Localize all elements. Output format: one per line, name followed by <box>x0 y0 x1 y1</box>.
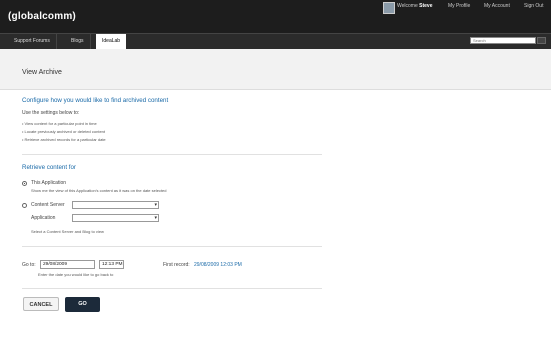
title-bar <box>0 49 551 90</box>
go-to-hint: Enter the date you would like to go back… <box>38 272 114 277</box>
this-application-radio[interactable] <box>22 181 27 186</box>
bullet-1: • View content for a particular point in… <box>22 121 97 126</box>
user-name: Steve <box>419 3 433 9</box>
go-button[interactable]: GO <box>65 297 100 312</box>
content-server-select[interactable]: ▾ <box>72 201 159 209</box>
search-input[interactable] <box>470 37 536 44</box>
application-label: Application <box>31 215 56 221</box>
tab-blogs[interactable]: Blogs <box>65 34 91 49</box>
cancel-button[interactable]: CANCEL <box>23 297 59 311</box>
tab-idealab[interactable]: IdeaLab <box>96 34 127 49</box>
content-server-radio[interactable] <box>22 203 27 208</box>
my-profile-link[interactable]: My Profile <box>448 3 470 9</box>
first-record-label: First record: <box>163 262 190 268</box>
go-to-time-field[interactable]: 12:13 PM <box>99 260 124 269</box>
retrieve-heading: Retrieve content for <box>22 164 76 171</box>
divider <box>22 246 322 247</box>
page-title: View Archive <box>22 69 62 76</box>
divider <box>22 288 322 289</box>
sign-out-link[interactable]: Sign Out <box>524 3 543 9</box>
search-button[interactable] <box>537 37 546 44</box>
nav-bar: Support Forums Blogs IdeaLab <box>0 33 551 49</box>
go-to-label: Go to: <box>22 262 36 268</box>
content-server-hint: Select a Content Server and Blog to view <box>31 229 104 234</box>
divider <box>22 154 322 155</box>
welcome-text: Welcome Steve <box>397 3 432 9</box>
chevron-down-icon: ▾ <box>154 202 157 208</box>
bullet-3: • Retrieve archived records for a partic… <box>22 137 106 142</box>
welcome-prefix: Welcome <box>397 3 418 9</box>
logo: (globalcomm) <box>8 11 76 22</box>
settings-subheading: Use the settings below to: <box>22 110 80 116</box>
avatar <box>383 2 395 14</box>
chevron-down-icon: ▾ <box>154 215 157 221</box>
go-to-date-field[interactable]: 29/08/2009 <box>40 260 95 269</box>
application-select[interactable]: ▾ <box>72 214 159 222</box>
configure-heading: Configure how you would like to find arc… <box>22 97 169 104</box>
this-application-desc: Show me the view of this Application's c… <box>31 188 167 193</box>
content-server-label: Content Server <box>31 202 65 208</box>
bullet-2: • Locate previously archived or deleted … <box>22 129 106 134</box>
this-application-label: This Application <box>31 180 67 186</box>
tab-support-forums[interactable]: Support Forums <box>8 34 57 49</box>
my-account-link[interactable]: My Account <box>484 3 510 9</box>
top-bar: (globalcomm) Welcome Steve My Profile My… <box>0 0 551 33</box>
first-record-link[interactable]: 29/08/2009 12:03 PM <box>194 262 242 268</box>
